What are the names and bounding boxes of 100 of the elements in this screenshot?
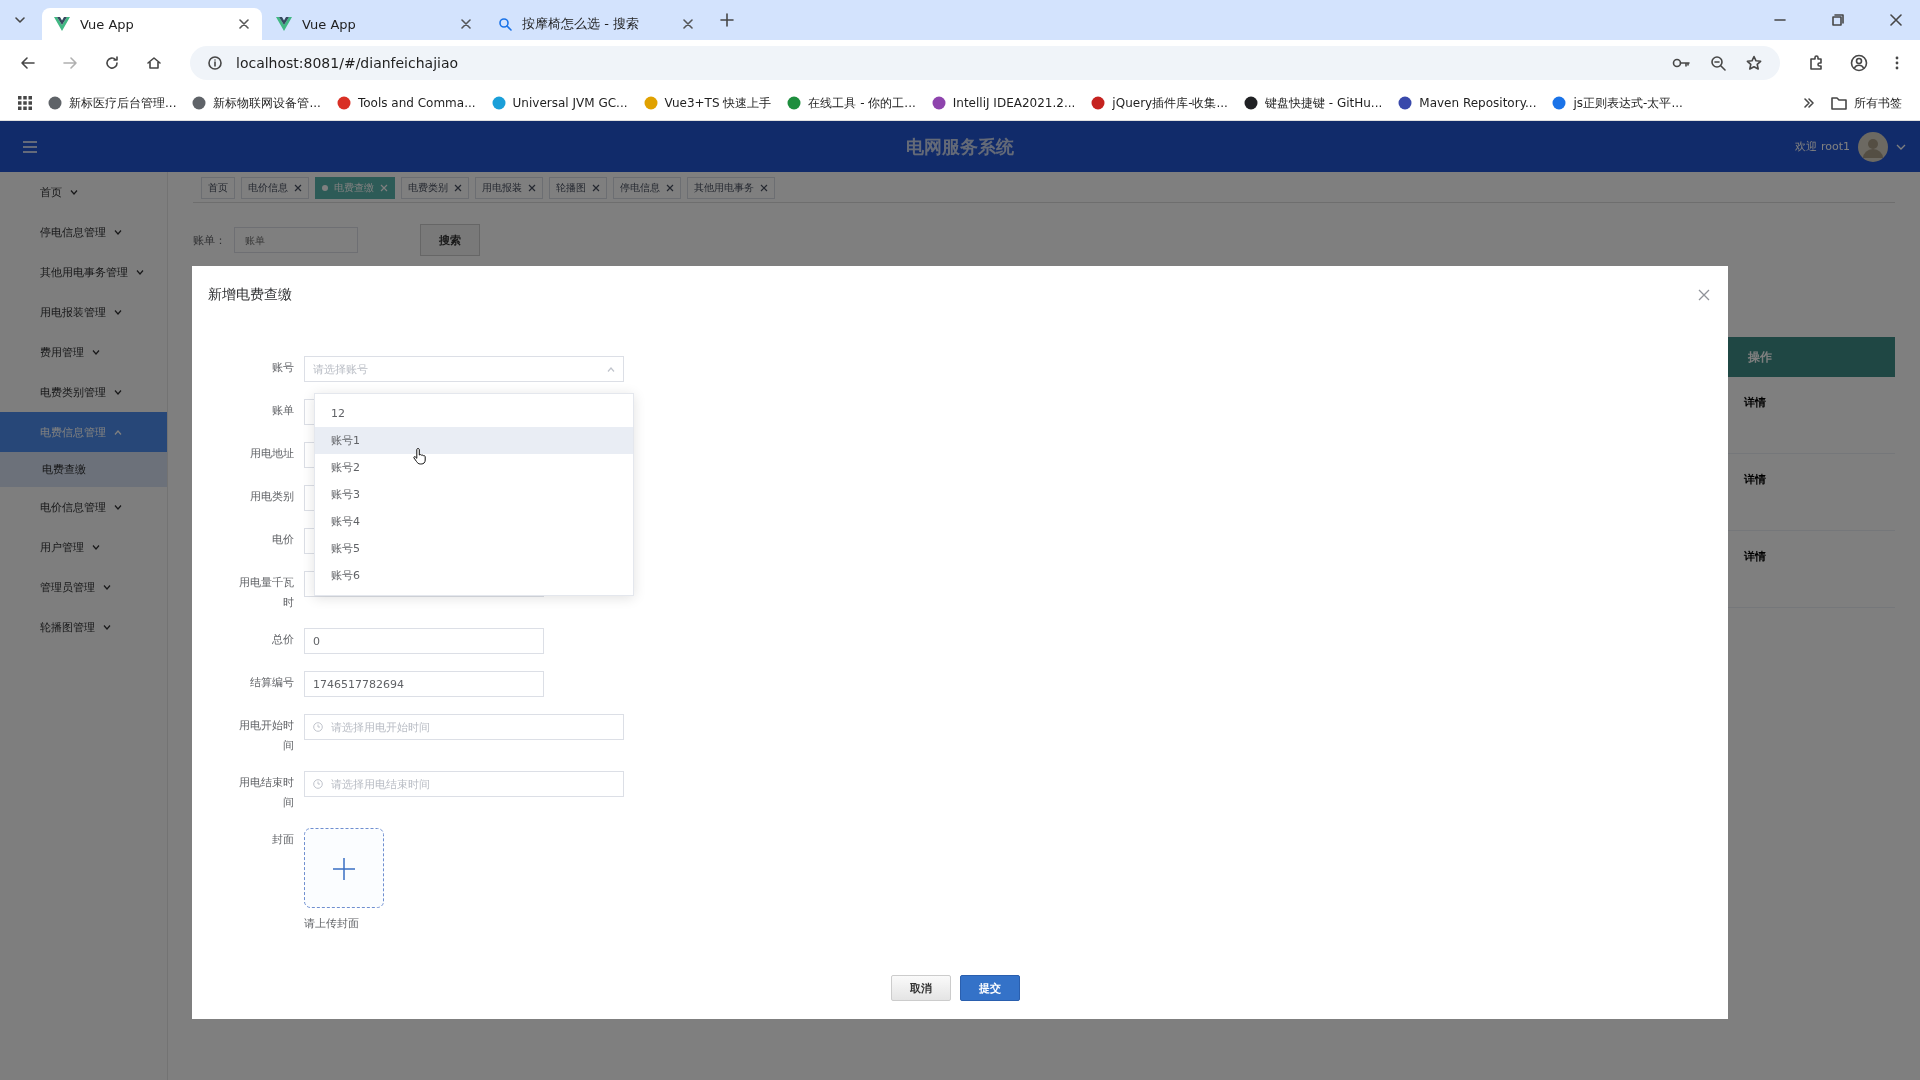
info-icon bbox=[208, 56, 222, 70]
close-icon[interactable] bbox=[760, 184, 768, 192]
browser-tab[interactable]: Vue App bbox=[264, 8, 484, 40]
dropdown-option[interactable]: 账号6 bbox=[315, 562, 633, 589]
close-icon[interactable] bbox=[666, 184, 674, 192]
dropdown-option[interactable]: 账号2 bbox=[315, 454, 633, 481]
menu-icon[interactable] bbox=[1894, 55, 1900, 71]
bookmark[interactable]: Vue3+TS 快速上手 bbox=[643, 94, 772, 112]
address-field[interactable]: localhost:8081/#/dianfeichajiao bbox=[190, 46, 1780, 80]
bookmark[interactable]: Tools and Comma... bbox=[336, 96, 476, 110]
more-bookmarks-icon[interactable] bbox=[1803, 97, 1815, 109]
submenu-item[interactable]: 电费查缴 bbox=[0, 452, 167, 487]
sidebar-item[interactable]: 停电信息管理 bbox=[0, 212, 167, 252]
sidebar-item[interactable]: 用户管理 bbox=[0, 527, 167, 567]
home-icon[interactable] bbox=[146, 55, 162, 71]
chevron-down-icon bbox=[92, 349, 100, 355]
page-tag[interactable]: 电费类别 bbox=[401, 177, 469, 199]
apps-grid-icon[interactable] bbox=[18, 96, 32, 110]
page-tag[interactable]: 其他用电事务 bbox=[687, 177, 775, 199]
bookmark[interactable]: 在线工具 - 你的工... bbox=[787, 94, 916, 112]
reload-icon[interactable] bbox=[104, 55, 120, 71]
bookmark[interactable]: 新标医疗后台管理... bbox=[48, 94, 177, 112]
sidebar-item[interactable]: 管理员管理 bbox=[0, 567, 167, 607]
search-button[interactable]: 搜索 bbox=[420, 224, 480, 256]
field-label: 结算编号 bbox=[249, 675, 295, 691]
sidebar-item[interactable]: 轮播图管理 bbox=[0, 607, 167, 647]
vue-logo-icon bbox=[276, 17, 292, 31]
search-icon bbox=[498, 17, 512, 31]
input-field[interactable]: 1746517782694 bbox=[304, 671, 544, 697]
field-label: 用电开始时间 bbox=[238, 718, 295, 754]
column-header: 操作 bbox=[1747, 348, 1773, 366]
sidebar-item[interactable]: 其他用电事务管理 bbox=[0, 252, 167, 292]
dropdown-option[interactable]: 账号4 bbox=[315, 508, 633, 535]
chevron-down-icon bbox=[114, 389, 122, 395]
details-link[interactable]: 详情 bbox=[1744, 396, 1766, 409]
browser-tab[interactable]: 按摩椅怎么选 - 搜索 bbox=[486, 8, 706, 40]
bookmark[interactable]: jQuery插件库-收集... bbox=[1091, 94, 1228, 112]
all-bookmarks-folder[interactable]: 所有书签 bbox=[1831, 94, 1902, 112]
bookmark[interactable]: 新标物联网设备管... bbox=[192, 94, 321, 112]
site-icon bbox=[643, 96, 658, 110]
site-icon bbox=[491, 96, 506, 110]
star-icon[interactable] bbox=[1746, 55, 1762, 71]
browser-tab[interactable]: Vue App bbox=[42, 8, 262, 40]
cancel-button[interactable]: 取消 bbox=[890, 975, 951, 1001]
zoom-icon[interactable] bbox=[1710, 55, 1726, 71]
menu-label: 轮播图管理 bbox=[40, 619, 95, 635]
folder-icon bbox=[1831, 96, 1847, 110]
site-icon bbox=[931, 96, 946, 110]
submit-button[interactable]: 提交 bbox=[959, 975, 1020, 1001]
close-icon[interactable] bbox=[238, 18, 250, 30]
close-icon[interactable] bbox=[592, 184, 600, 192]
page-tag[interactable]: 用电报装 bbox=[475, 177, 543, 199]
clock-icon bbox=[313, 779, 323, 789]
bookmark[interactable]: js正则表达式-太平... bbox=[1552, 94, 1683, 112]
menu-label: 停电信息管理 bbox=[40, 224, 106, 240]
key-icon[interactable] bbox=[1672, 56, 1690, 70]
close-icon[interactable] bbox=[1890, 14, 1902, 26]
welcome-text: 欢迎 root1 bbox=[1795, 139, 1850, 154]
input-field[interactable]: 0 bbox=[304, 628, 544, 654]
page-tag[interactable]: 电价信息 bbox=[241, 177, 309, 199]
bookmark[interactable]: IntelliJ IDEA2021.2... bbox=[931, 96, 1076, 110]
close-icon[interactable] bbox=[294, 184, 302, 192]
sidebar-item[interactable]: 电价信息管理 bbox=[0, 487, 167, 527]
bookmark[interactable]: 键盘快捷键 - GitHu... bbox=[1243, 94, 1383, 112]
details-link[interactable]: 详情 bbox=[1744, 473, 1766, 486]
details-link[interactable]: 详情 bbox=[1744, 550, 1766, 563]
sidebar-item[interactable]: 首页 bbox=[0, 172, 167, 212]
dropdown-option[interactable]: 账号1 bbox=[315, 427, 633, 454]
restore-icon[interactable] bbox=[1832, 14, 1844, 26]
site-icon bbox=[787, 96, 802, 110]
dropdown-option[interactable]: 账号5 bbox=[315, 535, 633, 562]
app-title: 电网服务系统 bbox=[906, 134, 1014, 159]
dropdown-option[interactable]: 12 bbox=[315, 400, 633, 427]
dropdown-option[interactable]: 账号3 bbox=[315, 481, 633, 508]
close-icon[interactable] bbox=[682, 18, 694, 30]
extensions-icon[interactable] bbox=[1808, 55, 1824, 71]
sidebar-item[interactable]: 用电报装管理 bbox=[0, 292, 167, 332]
bookmark[interactable]: Maven Repository... bbox=[1398, 96, 1537, 110]
chevron-down-icon bbox=[103, 624, 111, 630]
close-icon[interactable] bbox=[460, 18, 472, 30]
upload-box-icon[interactable] bbox=[304, 828, 384, 908]
new-tab-icon[interactable] bbox=[720, 13, 734, 27]
close-icon[interactable] bbox=[454, 184, 462, 192]
field-label: 封面 bbox=[271, 832, 295, 848]
back-icon[interactable] bbox=[20, 55, 36, 71]
menu-label: 用户管理 bbox=[40, 539, 84, 555]
sidebar-item[interactable]: 费用管理 bbox=[0, 332, 167, 372]
close-icon[interactable] bbox=[1698, 289, 1710, 301]
page-tag[interactable]: 轮播图 bbox=[549, 177, 607, 199]
bookmark[interactable]: Universal JVM GC... bbox=[491, 96, 628, 110]
site-icon bbox=[1243, 96, 1258, 110]
sidebar-item[interactable]: 电费类别管理 bbox=[0, 372, 167, 412]
field-label: 用电结束时间 bbox=[238, 775, 295, 811]
page-tag[interactable]: 首页 bbox=[201, 177, 235, 199]
pointer-cursor-icon bbox=[413, 447, 427, 465]
caret-icon[interactable] bbox=[1896, 143, 1906, 150]
page-tag[interactable]: 停电信息 bbox=[613, 177, 681, 199]
profile-icon[interactable] bbox=[1850, 54, 1868, 72]
avatar-icon[interactable] bbox=[1858, 131, 1888, 162]
close-icon[interactable] bbox=[528, 184, 536, 192]
